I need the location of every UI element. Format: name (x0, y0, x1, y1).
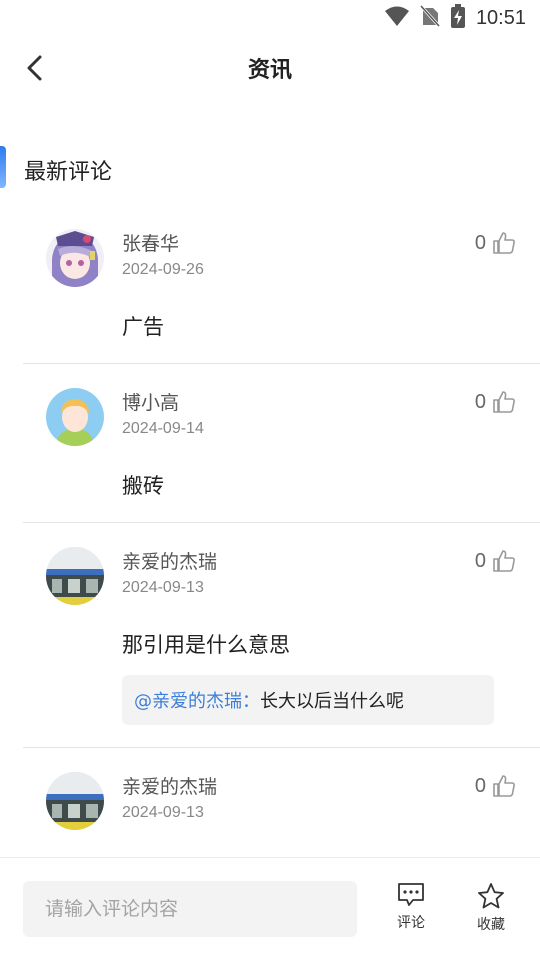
star-icon (478, 883, 504, 909)
avatar[interactable] (46, 388, 104, 446)
status-bar: 10:51 (0, 0, 540, 36)
comment-item: 张春华 2024-09-26 广告 0 (0, 205, 540, 363)
quoted-text: 长大以后当什么呢 (260, 691, 404, 712)
thumbs-up-icon (493, 775, 515, 797)
like-button[interactable]: 0 (475, 549, 516, 573)
comment-item: 博小高 2024-09-14 搬砖 0 (23, 363, 540, 522)
comment-button[interactable]: 评论 (381, 882, 441, 932)
thumbs-up-icon (493, 391, 515, 413)
comment-date: 2024-09-26 (122, 261, 204, 278)
like-count: 0 (474, 774, 486, 797)
status-time: 10:51 (475, 6, 526, 29)
no-sim-icon (419, 4, 441, 31)
comment-icon (398, 883, 424, 906)
comment-date: 2024-09-14 (122, 420, 204, 437)
comment-date: 2024-09-13 (122, 804, 204, 821)
bottom-bar: 评论 收藏 (0, 857, 540, 960)
favorite-button-label: 收藏 (477, 917, 505, 933)
comment-text: 搬砖 (122, 474, 164, 498)
like-button[interactable]: 0 (475, 231, 516, 255)
like-count: 0 (474, 390, 486, 413)
favorite-button[interactable]: 收藏 (461, 882, 521, 934)
comment-list: 张春华 2024-09-26 广告 0 博小高 2024-09-14 搬砖 0 (0, 205, 540, 838)
comment-author: 亲爱的杰瑞 (122, 551, 218, 573)
quoted-user-mention[interactable]: @亲爱的杰瑞： (134, 691, 260, 712)
comment-date: 2024-09-13 (122, 579, 204, 596)
like-count: 0 (474, 231, 486, 254)
avatar[interactable] (46, 772, 104, 830)
like-button[interactable]: 0 (475, 774, 516, 798)
avatar[interactable] (46, 547, 104, 605)
comment-item: 亲爱的杰瑞 2024-09-13 那引用是什么意思 @亲爱的杰瑞：长大以后当什么… (23, 522, 540, 725)
comment-text: 那引用是什么意思 (122, 633, 290, 657)
thumbs-up-icon (493, 550, 515, 572)
like-button[interactable]: 0 (475, 390, 516, 414)
comment-author: 博小高 (122, 392, 180, 414)
section-header: 最新评论 (0, 140, 540, 200)
battery-charging-icon (450, 4, 466, 32)
comment-author: 张春华 (122, 233, 180, 255)
section-title: 最新评论 (24, 160, 113, 185)
comment-text: 广告 (122, 315, 164, 339)
comment-button-label: 评论 (397, 915, 425, 931)
avatar[interactable] (46, 229, 104, 287)
top-bar: 资讯 (0, 36, 540, 102)
quoted-reply: @亲爱的杰瑞：长大以后当什么呢 (122, 675, 494, 725)
comment-author: 亲爱的杰瑞 (122, 776, 218, 798)
section-accent-bar (0, 146, 6, 188)
wifi-icon (384, 5, 410, 31)
like-count: 0 (474, 549, 486, 572)
comment-item: 亲爱的杰瑞 2024-09-13 0 (23, 747, 540, 838)
page-title: 资讯 (247, 58, 292, 83)
comment-input[interactable] (23, 881, 357, 937)
thumbs-up-icon (493, 232, 515, 254)
